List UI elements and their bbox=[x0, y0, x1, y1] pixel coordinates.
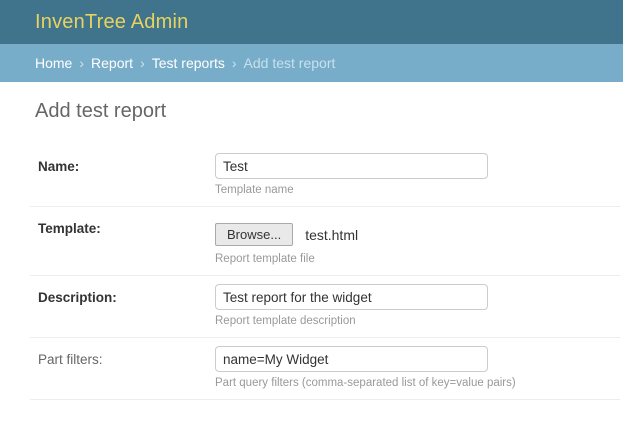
breadcrumb-current: Add test report bbox=[244, 55, 336, 71]
add-test-report-form: Name: Template name Template: Browse... … bbox=[30, 145, 620, 400]
description-input[interactable] bbox=[215, 284, 488, 310]
template-label: Template: bbox=[38, 215, 215, 236]
file-name: test.html bbox=[305, 227, 358, 243]
breadcrumb-home[interactable]: Home bbox=[35, 55, 72, 71]
form-row-part-filters: Part filters: Part query filters (comma-… bbox=[30, 338, 620, 400]
breadcrumb-report[interactable]: Report bbox=[91, 55, 133, 71]
form-row-description: Description: Report template description bbox=[30, 276, 620, 338]
form-row-template: Template: Browse... test.html Report tem… bbox=[30, 207, 620, 276]
content-area: Add test report Name: Template name Temp… bbox=[0, 82, 623, 400]
part-filters-help-text: Part query filters (comma-separated list… bbox=[215, 377, 620, 389]
name-help-text: Template name bbox=[215, 184, 620, 196]
form-row-name: Name: Template name bbox=[30, 145, 620, 207]
browse-button[interactable]: Browse... bbox=[215, 223, 293, 246]
name-input[interactable] bbox=[215, 153, 488, 179]
breadcrumb-separator: › bbox=[140, 55, 145, 71]
admin-header: InvenTree Admin bbox=[0, 0, 623, 44]
name-label: Name: bbox=[38, 153, 215, 174]
breadcrumb-test-reports[interactable]: Test reports bbox=[152, 55, 225, 71]
breadcrumb: Home › Report › Test reports › Add test … bbox=[0, 44, 623, 82]
breadcrumb-separator: › bbox=[79, 55, 84, 71]
site-title[interactable]: InvenTree Admin bbox=[35, 11, 188, 34]
description-label: Description: bbox=[38, 284, 215, 305]
page-title: Add test report bbox=[35, 100, 620, 123]
part-filters-label: Part filters: bbox=[38, 346, 215, 367]
breadcrumb-separator: › bbox=[232, 55, 237, 71]
description-help-text: Report template description bbox=[215, 315, 620, 327]
template-help-text: Report template file bbox=[215, 253, 620, 265]
part-filters-input[interactable] bbox=[215, 346, 488, 372]
